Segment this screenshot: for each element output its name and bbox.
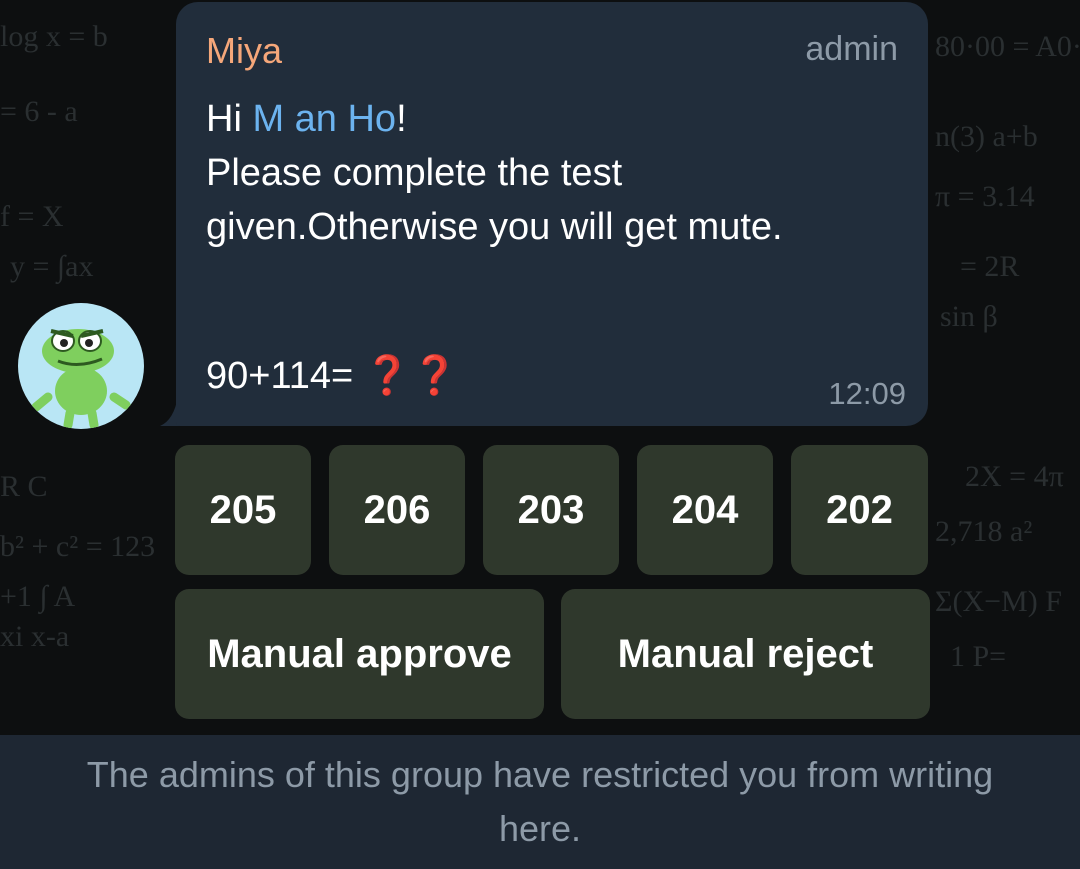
sender-avatar[interactable] [18, 303, 144, 429]
wallpaper-doodle: y = ∫ax [10, 250, 94, 283]
wallpaper-doodle: = 6 - a [0, 95, 78, 128]
wallpaper-doodle: 80·00 = A0·0 [935, 30, 1080, 63]
answer-button-202[interactable]: 202 [791, 445, 928, 575]
captcha-equation: 90+114= [206, 355, 354, 397]
wallpaper-doodle: 1 P= [950, 640, 1007, 673]
crocodile-sticker-icon [31, 329, 131, 429]
message-body: Please complete the test given.Otherwise… [206, 152, 783, 248]
restricted-notice-bar: The admins of this group have restricted… [0, 735, 1080, 869]
answer-button-204[interactable]: 204 [637, 445, 773, 575]
answer-button-206[interactable]: 206 [329, 445, 465, 575]
greeting-suffix: ! [396, 98, 407, 140]
restricted-notice-text: The admins of this group have restricted… [86, 754, 994, 849]
wallpaper-doodle: n(3) a+b [935, 120, 1038, 153]
sender-name[interactable]: Miya [206, 30, 282, 72]
captcha-question: 90+114= ❓❓ [206, 354, 458, 398]
wallpaper-doodle: 2,718 a² [935, 515, 1033, 548]
manual-reject-button[interactable]: Manual reject [561, 589, 930, 719]
wallpaper-doodle: Σ(X−M) F [935, 585, 1062, 618]
wallpaper-doodle: +1 ∫ A [0, 580, 76, 613]
manual-approve-button[interactable]: Manual approve [175, 589, 544, 719]
greeting-prefix: Hi [206, 98, 253, 140]
wallpaper-doodle: log x = b [0, 20, 108, 53]
question-mark-icon: ❓❓ [363, 355, 459, 397]
wallpaper-doodle: 2X = 4π [965, 460, 1064, 493]
message-text: Hi M an Ho! Please complete the test giv… [206, 92, 896, 254]
wallpaper-doodle: xi x-a [0, 620, 70, 653]
wallpaper-doodle: = 2R [960, 250, 1020, 283]
wallpaper-doodle: f = X [0, 200, 64, 233]
answer-button-203[interactable]: 203 [483, 445, 619, 575]
wallpaper-doodle: b² + c² = 123 [0, 530, 156, 563]
message-bubble[interactable]: Miya admin Hi M an Ho! Please complete t… [176, 2, 928, 426]
message-timestamp: 12:09 [828, 376, 906, 411]
wallpaper-doodle: R C [0, 470, 48, 503]
answer-button-205[interactable]: 205 [175, 445, 311, 575]
wallpaper-doodle: sin β [940, 300, 998, 333]
sender-role-badge: admin [805, 30, 898, 68]
user-mention-link[interactable]: M an Ho [252, 98, 396, 140]
wallpaper-doodle: π = 3.14 [935, 180, 1035, 213]
greeting-line: Hi M an Ho! [206, 92, 896, 146]
